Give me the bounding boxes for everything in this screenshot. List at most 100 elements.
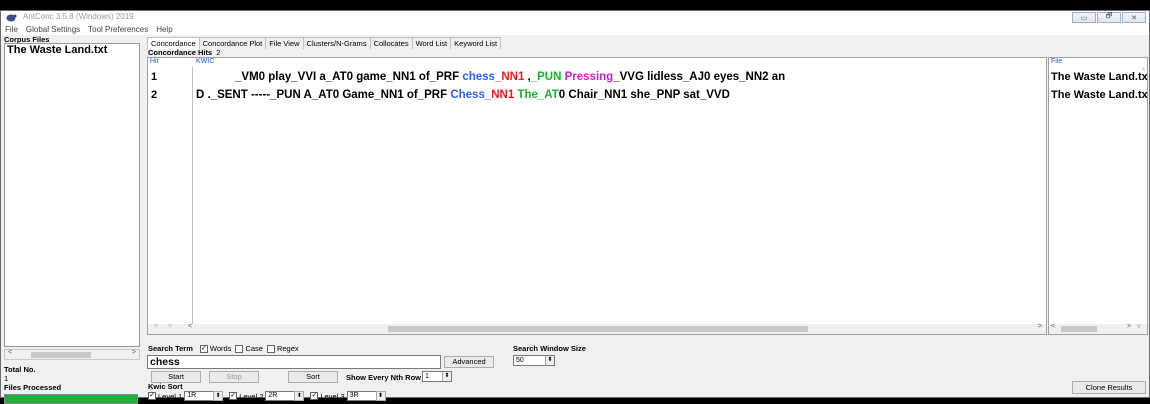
scroll-thumb[interactable] xyxy=(1061,326,1097,332)
hit-column: 1 2 xyxy=(148,67,193,325)
scroll-right-icon[interactable]: > xyxy=(1038,323,1042,330)
corpus-hscrollbar[interactable]: < > xyxy=(4,349,140,360)
total-no-value: 1 xyxy=(4,374,9,383)
regex-checkbox[interactable] xyxy=(266,344,275,353)
file-hscrollbar[interactable]: < > v xyxy=(1049,323,1147,334)
scroll-left-icon[interactable]: < xyxy=(188,323,192,330)
search-window-size-label: Search Window Size xyxy=(513,344,586,353)
nth-row-label: Show Every Nth Row xyxy=(346,373,422,382)
level-1-checkbox[interactable]: ✓ xyxy=(148,392,156,400)
kwic-r2: Pressing xyxy=(564,71,614,83)
minimize-button[interactable]: ▭ xyxy=(1072,12,1096,23)
kwic-sort-levels: ✓ Level 1 1R ⬍ ✓ Level 2 2R ⬍ ✓ Level 3 3R… xyxy=(147,391,391,401)
app-icon xyxy=(6,14,17,22)
tab-collocates[interactable]: Collocates xyxy=(369,37,413,49)
scroll-down-icon[interactable]: v xyxy=(1137,323,1141,330)
kwic-row[interactable]: _VM0 play_VVI a_AT0 game_NN1 of_PRF ches… xyxy=(196,71,1046,83)
sort-button[interactable]: Sort xyxy=(288,371,338,383)
words-label: Words xyxy=(209,344,232,353)
nth-row-spinner[interactable]: 1 ⬍ xyxy=(422,371,452,382)
kwic-node-word: chess xyxy=(462,71,495,83)
hits-label: Concordance Hits xyxy=(148,48,213,57)
kwic-sort-label: Kwic Sort xyxy=(148,382,183,391)
app-window: AntConc 3.5.8 (Windows) 2019 ▭ 🗗 ✕ File … xyxy=(0,10,1150,404)
level-3-checkbox[interactable]: ✓ xyxy=(310,392,319,400)
nth-row-value: 1 xyxy=(425,373,429,380)
search-term-label: Search Term xyxy=(148,344,193,353)
case-label: Case xyxy=(245,344,263,353)
file-cell: The Waste Land.txt xyxy=(1051,71,1148,83)
level-1-label: Level 1 xyxy=(158,391,183,401)
kwic-hscrollbar[interactable]: < > < > xyxy=(148,323,1046,334)
advanced-button[interactable]: Advanced xyxy=(444,356,494,368)
sort-level-3: ✓ Level 3 3R ⬍ xyxy=(309,391,386,401)
case-checkbox[interactable] xyxy=(235,344,244,353)
clone-results-button[interactable]: Clone Results xyxy=(1072,381,1146,394)
hit-number: 2 xyxy=(151,89,158,101)
menu-bar: File Global Settings Tool Preferences He… xyxy=(1,24,1149,35)
kwic-node-word: Chess xyxy=(450,89,485,101)
kwic-r1: _PUN xyxy=(530,71,562,83)
files-processed-label: Files Processed xyxy=(4,383,62,392)
file-column-header[interactable]: File xyxy=(1051,58,1062,65)
level-2-checkbox[interactable]: ✓ xyxy=(229,392,238,400)
scroll-thumb[interactable] xyxy=(31,352,91,358)
level-2-spinner[interactable]: 2R ⬍ xyxy=(265,391,305,401)
scroll-thumb[interactable] xyxy=(388,326,808,332)
tab-clusters[interactable]: Clusters/N-Grams xyxy=(302,37,371,49)
restore-button[interactable]: 🗗 xyxy=(1097,12,1121,23)
kwic-left-context: _VM0 play_VVI a_AT0 game_NN1 of_PRF xyxy=(235,71,463,83)
menu-global-settings[interactable]: Global Settings xyxy=(22,24,84,35)
scroll-left-icon[interactable]: < xyxy=(8,349,12,356)
kwic-right-context: 0 Chair_NN1 she_PNP sat_VVD xyxy=(558,89,730,101)
hits-count: 2 xyxy=(216,48,221,57)
kwic-column-header[interactable]: KWIC xyxy=(196,58,214,65)
menu-tool-preferences[interactable]: Tool Preferences xyxy=(84,24,152,35)
kwic-results[interactable]: Hit KWIC 1 2 _VM0 play_VVI a_AT0 game_NN… xyxy=(147,57,1047,335)
title-bar: AntConc 3.5.8 (Windows) 2019 ▭ 🗗 ✕ xyxy=(1,11,1149,24)
spinner-arrows-icon[interactable]: ⬍ xyxy=(213,391,224,401)
file-column[interactable]: File ^ The Waste Land.txt The Waste Land… xyxy=(1048,57,1148,335)
menu-help[interactable]: Help xyxy=(152,24,176,35)
corpus-file-list[interactable]: The Waste Land.txt xyxy=(4,43,140,347)
sort-level-2: ✓ Level 2 2R ⬍ xyxy=(228,391,305,401)
scroll-left-icon[interactable]: < xyxy=(1051,323,1055,330)
kwic-r1: The_AT xyxy=(517,89,559,101)
kwic-left-context: D ._SENT -----_PUN A_AT0 Game_NN1 of_PRF xyxy=(196,89,451,101)
total-no-label: Total No. xyxy=(4,365,36,374)
scroll-right-icon[interactable]: > xyxy=(132,349,136,356)
level-3-label: Level 3 xyxy=(320,391,345,401)
hit-column-header[interactable]: Hit xyxy=(150,58,159,65)
search-input[interactable]: chess xyxy=(147,355,441,369)
hit-number: 1 xyxy=(151,71,158,83)
spinner-arrows-icon[interactable]: ⬍ xyxy=(545,356,554,365)
spinner-arrows-icon[interactable]: ⬍ xyxy=(294,391,305,401)
search-window-size-spinner[interactable]: 50 ⬍ xyxy=(513,355,555,366)
scroll-left-icon[interactable]: < xyxy=(154,323,158,330)
level-1-spinner[interactable]: 1R ⬍ xyxy=(184,391,224,401)
spinner-arrows-icon[interactable]: ⬍ xyxy=(375,391,386,401)
kwic-row[interactable]: D ._SENT -----_PUN A_AT0 Game_NN1 of_PRF… xyxy=(196,89,1046,101)
level-3-spinner[interactable]: 3R ⬍ xyxy=(346,391,386,401)
tab-file-view[interactable]: File View xyxy=(265,37,304,49)
search-window-size-value: 50 xyxy=(516,357,524,364)
file-cell: The Waste Land.txt xyxy=(1051,89,1148,101)
regex-label: Regex xyxy=(276,344,299,353)
scroll-right-icon[interactable]: > xyxy=(1127,323,1131,330)
search-options: Search Term ✓ Words Case Regex xyxy=(148,344,299,353)
tab-word-list[interactable]: Word List xyxy=(411,37,452,49)
sort-level-1: ✓ Level 1 1R ⬍ xyxy=(147,391,224,401)
menu-file[interactable]: File xyxy=(1,24,22,35)
corpus-pane: Corpus Files The Waste Land.txt < > Tota… xyxy=(1,35,144,404)
window-title: AntConc 3.5.8 (Windows) 2019 xyxy=(23,12,134,21)
concordance-hits: Concordance Hits 2 xyxy=(148,48,220,57)
stop-button[interactable]: Stop xyxy=(209,371,259,383)
level-2-label: Level 2 xyxy=(239,391,264,401)
close-button[interactable]: ✕ xyxy=(1122,12,1146,23)
words-checkbox[interactable]: ✓ xyxy=(199,344,208,353)
scroll-right-icon[interactable]: > xyxy=(168,323,172,330)
kwic-right-context: _VVG lidless_AJ0 eyes_NN2 an xyxy=(613,71,786,83)
corpus-file-item[interactable]: The Waste Land.txt xyxy=(5,44,139,56)
spinner-arrows-icon[interactable]: ⬍ xyxy=(442,372,451,381)
tab-keyword-list[interactable]: Keyword List xyxy=(450,37,502,49)
